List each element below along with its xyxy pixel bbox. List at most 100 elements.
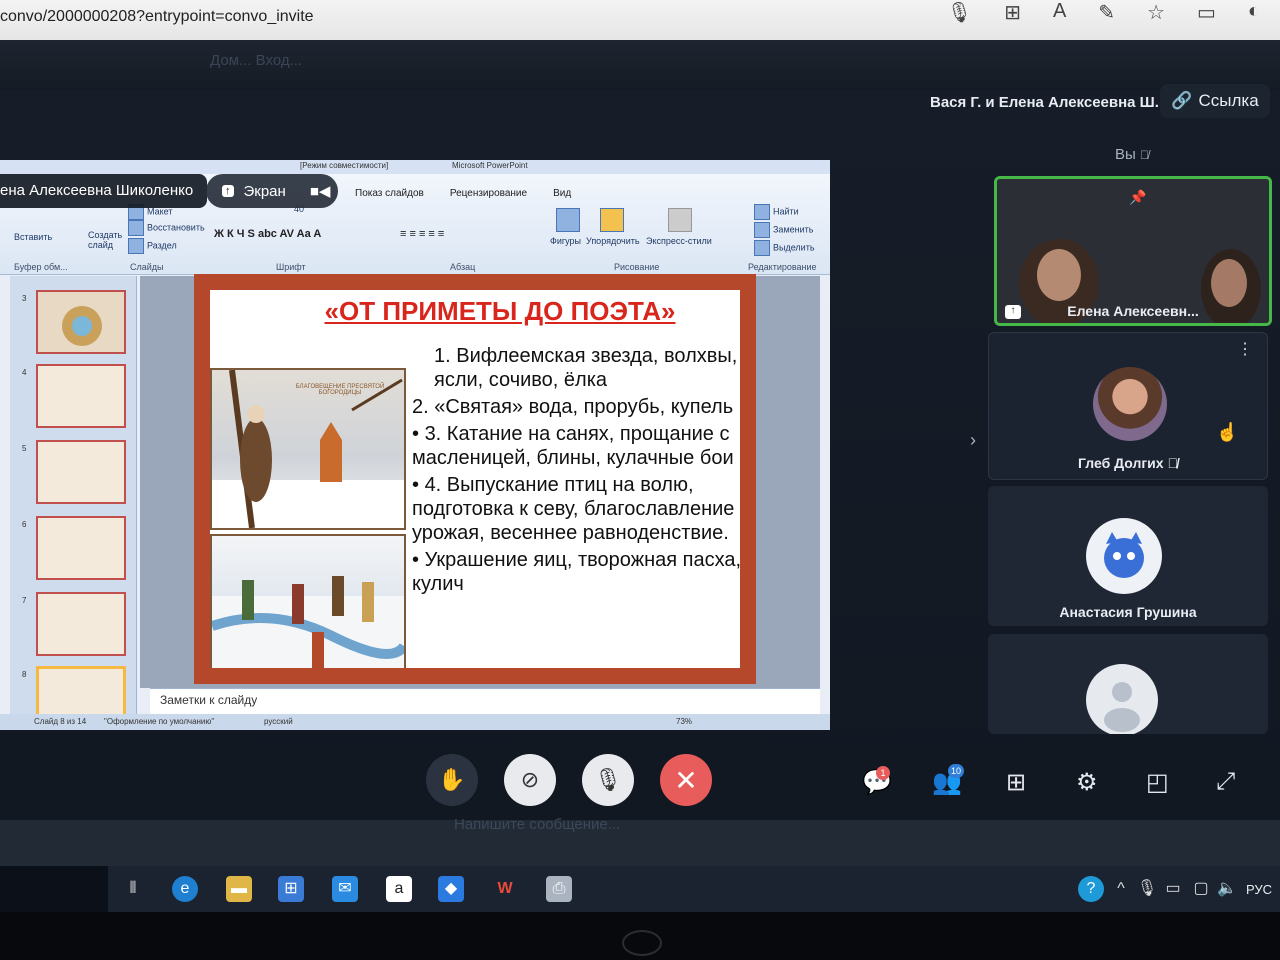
chevron-right-icon[interactable]: ›: [970, 430, 976, 451]
browser-toolbar-icons: 🎙 ⊞ A ✎ ☆ ▭ ◐: [947, 0, 1260, 25]
participant-tile-elena[interactable]: 📌 ↑ Елена Алексеевн...: [994, 176, 1272, 326]
thumb-number: 8: [22, 670, 27, 679]
share-screen-icon: ↑: [222, 185, 234, 197]
restore-button[interactable]: Восстановить: [128, 220, 205, 236]
volume-icon[interactable]: 🔈: [1214, 876, 1240, 902]
profile-icon[interactable]: ◐: [1248, 0, 1260, 25]
slide-line-3: • 3. Катание на санях, прощание с маслен…: [412, 423, 734, 469]
group-drawing: Рисование: [614, 262, 660, 272]
edit-icon[interactable]: ✎: [1098, 0, 1115, 25]
slide-notes[interactable]: Заметки к слайду: [150, 688, 820, 714]
participant-name: Елена Алексеевн...: [1067, 303, 1199, 319]
thumb-image: [62, 306, 102, 346]
network-icon[interactable]: ▢: [1188, 876, 1214, 902]
paragraph-align-buttons[interactable]: ≡ ≡ ≡ ≡ ≡: [400, 228, 444, 240]
mic-icon[interactable]: 🎙: [947, 0, 972, 25]
end-call-button[interactable]: ✕: [660, 754, 712, 806]
printer-icon[interactable]: ⎙: [546, 876, 572, 902]
group-clipboard: Буфер обм...: [14, 262, 68, 272]
group-paragraph: Абзац: [450, 262, 476, 272]
task-view-icon[interactable]: ⫴: [120, 876, 146, 902]
extensions-icon[interactable]: ⊞: [1004, 0, 1021, 25]
grid-icon[interactable]: ⊞: [1006, 768, 1026, 797]
read-aloud-icon[interactable]: A: [1053, 0, 1066, 25]
find-button[interactable]: Найти: [754, 204, 799, 220]
shapes-button[interactable]: Фигуры: [550, 236, 581, 246]
quick-styles-button[interactable]: Экспресс-стили: [646, 236, 712, 246]
tray-mic-icon[interactable]: 🎙: [1134, 876, 1160, 902]
explorer-icon[interactable]: ▬: [226, 876, 252, 902]
pin-icon[interactable]: 📌: [1129, 189, 1146, 206]
default-avatar-icon: [1086, 664, 1158, 734]
slide-thumbnail[interactable]: [36, 364, 126, 428]
participant-tile-anastasia[interactable]: Анастасия Грушина: [988, 486, 1268, 626]
raise-hand-button[interactable]: ✋: [426, 754, 478, 806]
font-style-buttons[interactable]: Ж К Ч S abc AV Aa A: [214, 228, 321, 240]
url-text[interactable]: convo/2000000208?entrypoint=convo_invite: [0, 8, 314, 26]
chat-input-placeholder: Напишите сообщение...: [454, 816, 621, 833]
chat-badge: 1: [876, 766, 890, 780]
tab-view[interactable]: Вид: [553, 188, 571, 199]
new-slide-button[interactable]: Создать слайд: [88, 230, 128, 250]
mic-toggle-button[interactable]: 🎙: [582, 754, 634, 806]
tab-slideshow[interactable]: Показ слайдов: [355, 188, 424, 199]
wps-icon[interactable]: W: [492, 876, 518, 902]
camera-icon[interactable]: ■◀: [310, 182, 331, 200]
group-editing: Редактирование: [748, 262, 817, 272]
slide-line-4: • 4. Выпускание птиц на волю, подготовка…: [412, 474, 735, 544]
edge-icon[interactable]: e: [172, 876, 198, 902]
dropbox-icon[interactable]: ◆: [438, 876, 464, 902]
select-button[interactable]: Выделить: [754, 240, 815, 256]
screen-share-chip[interactable]: ↑ Экран ■◀: [206, 174, 338, 208]
slide-thumbnails-pane[interactable]: 3 4 5 6 7 8: [10, 276, 137, 730]
status-zoom[interactable]: 73%: [676, 714, 692, 730]
participants-badge: 10: [948, 764, 965, 778]
camera-toggle-button[interactable]: ⊘: [504, 754, 556, 806]
arrange-button[interactable]: Упорядочить: [586, 236, 640, 246]
winter-village-illustration: [212, 576, 404, 668]
collections-icon[interactable]: ▭: [1197, 0, 1216, 25]
ghost-page-title: Дом... Вход...: [210, 52, 303, 69]
favorite-icon[interactable]: ☆: [1147, 0, 1165, 25]
presenter-name-chip: ена Алексеевна Шиколенко: [0, 174, 208, 208]
slide-line-2: 2. «Святая» вода, прорубь, купель: [412, 396, 734, 418]
cat-avatar-icon: [1104, 532, 1144, 578]
thumb-number: 4: [22, 368, 27, 377]
mic-off-icon: 🎙̸: [1139, 148, 1149, 162]
thumb-number: 5: [22, 444, 27, 453]
status-theme: "Оформление по умолчанию": [104, 717, 215, 726]
slide-thumbnail[interactable]: [36, 290, 126, 354]
chevron-up-icon[interactable]: ^: [1108, 876, 1134, 902]
participant-tile-gleb[interactable]: ⋮ Глеб Долгих 🎙̸: [988, 332, 1268, 480]
link-label: Ссылка: [1198, 91, 1259, 110]
browser-address-bar[interactable]: convo/2000000208?entrypoint=convo_invite…: [0, 0, 1280, 40]
settings-icon[interactable]: ⚙: [1076, 768, 1098, 797]
tab-review[interactable]: Рецензирование: [450, 188, 527, 199]
participant-tile-4[interactable]: [988, 634, 1268, 734]
slide-thumbnail[interactable]: [36, 516, 126, 580]
group-slides: Слайды: [130, 262, 164, 272]
slide-thumbnail[interactable]: [36, 440, 126, 504]
slide-line-1: 1. Вифлеемская звезда, волхвы, ясли, соч…: [434, 345, 738, 391]
section-button[interactable]: Раздел: [128, 238, 177, 254]
copy-link-button[interactable]: 🔗 Ссылка: [1160, 84, 1270, 118]
fullscreen-icon[interactable]: ⤢: [1216, 768, 1235, 796]
layout-icon[interactable]: ◰: [1146, 768, 1169, 797]
amazon-icon[interactable]: a: [386, 876, 412, 902]
input-language[interactable]: РУС: [1246, 882, 1272, 897]
more-options-icon[interactable]: ⋮: [1237, 342, 1253, 358]
avatar: [1093, 367, 1167, 441]
mail-icon[interactable]: ✉: [332, 876, 358, 902]
slide-thumbnail[interactable]: [36, 592, 126, 656]
help-icon[interactable]: ?: [1078, 876, 1104, 902]
link-icon: 🔗: [1171, 91, 1193, 110]
camera-off-icon: ⊘: [520, 767, 540, 792]
end-call-icon: ✕: [674, 764, 698, 796]
store-icon[interactable]: ⊞: [278, 876, 304, 902]
avatar: [1086, 518, 1162, 594]
replace-button[interactable]: Заменить: [754, 222, 813, 238]
paste-button[interactable]: Вставить: [14, 232, 52, 242]
picture-caption: БЛАГОВЕЩЕНИЕ ПРЕСВЯТОЙ БОГОРОДИЦЫ: [295, 384, 385, 396]
battery-icon[interactable]: ▭: [1160, 876, 1186, 902]
slide-line-5: • Украшение яиц, творожная пасха, кулич: [412, 549, 742, 595]
